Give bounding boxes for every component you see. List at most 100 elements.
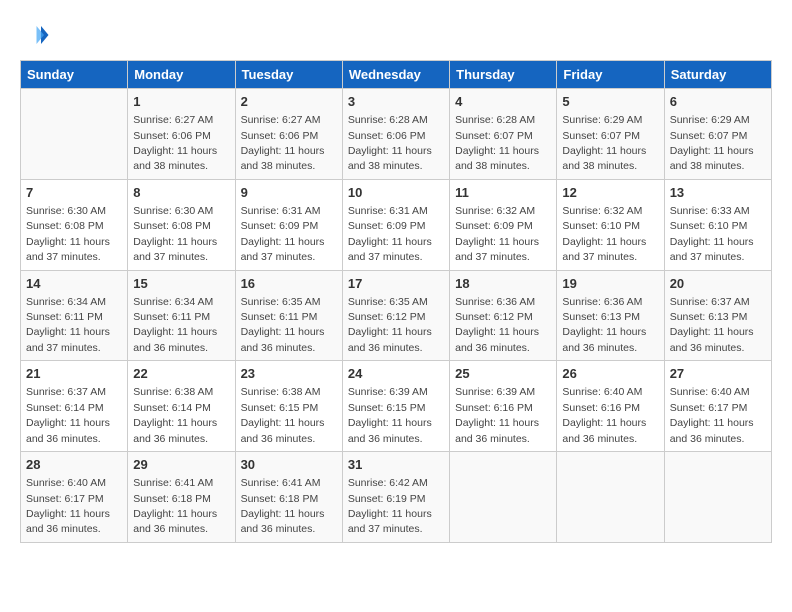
day-info: Sunrise: 6:37 AM Sunset: 6:14 PM Dayligh…: [26, 386, 110, 444]
calendar-cell: 28 Sunrise: 6:40 AM Sunset: 6:17 PM Dayli…: [21, 452, 128, 543]
day-info: Sunrise: 6:35 AM Sunset: 6:11 PM Dayligh…: [241, 296, 325, 354]
day-info: Sunrise: 6:34 AM Sunset: 6:11 PM Dayligh…: [133, 296, 217, 354]
day-info: Sunrise: 6:36 AM Sunset: 6:13 PM Dayligh…: [562, 296, 646, 354]
day-info: Sunrise: 6:29 AM Sunset: 6:07 PM Dayligh…: [670, 114, 754, 172]
calendar-cell: [450, 452, 557, 543]
calendar-header-row: SundayMondayTuesdayWednesdayThursdayFrid…: [21, 61, 772, 89]
calendar-cell: 6Sunrise: 6:29 AM Sunset: 6:07 PM Daylig…: [664, 89, 771, 180]
day-of-week-header: Wednesday: [342, 61, 449, 89]
day-of-week-header: Monday: [128, 61, 235, 89]
calendar-cell: [21, 89, 128, 180]
calendar-cell: 14Sunrise: 6:34 AM Sunset: 6:11 PM Dayli…: [21, 270, 128, 361]
day-info: Sunrise: 6:40 AM Sunset: 6:17 PM Dayligh…: [26, 477, 110, 535]
day-info: Sunrise: 6:41 AM Sunset: 6:18 PM Dayligh…: [133, 477, 217, 535]
calendar-week-row: 14Sunrise: 6:34 AM Sunset: 6:11 PM Dayli…: [21, 270, 772, 361]
day-number: 7: [26, 184, 122, 202]
day-info: Sunrise: 6:41 AM Sunset: 6:18 PM Dayligh…: [241, 477, 325, 535]
day-number: 5: [562, 93, 658, 111]
calendar-cell: 27 Sunrise: 6:40 AM Sunset: 6:17 PM Dayli…: [664, 361, 771, 452]
day-info: Sunrise: 6:30 AM Sunset: 6:08 PM Dayligh…: [26, 205, 110, 263]
calendar-cell: 16 Sunrise: 6:35 AM Sunset: 6:11 PM Dayli…: [235, 270, 342, 361]
calendar-week-row: 28 Sunrise: 6:40 AM Sunset: 6:17 PM Dayli…: [21, 452, 772, 543]
calendar-cell: 3 Sunrise: 6:28 AM Sunset: 6:06 PM Daylig…: [342, 89, 449, 180]
day-number: 28: [26, 456, 122, 474]
day-number: 13: [670, 184, 766, 202]
calendar-cell: 30 Sunrise: 6:41 AM Sunset: 6:18 PM Dayli…: [235, 452, 342, 543]
logo: [20, 20, 54, 50]
day-info: Sunrise: 6:33 AM Sunset: 6:10 PM Dayligh…: [670, 205, 754, 263]
day-number: 15: [133, 275, 229, 293]
day-number: 8: [133, 184, 229, 202]
calendar-cell: 26 Sunrise: 6:40 AM Sunset: 6:16 PM Dayli…: [557, 361, 664, 452]
day-number: 4: [455, 93, 551, 111]
day-info: Sunrise: 6:36 AM Sunset: 6:12 PM Dayligh…: [455, 296, 539, 354]
day-info: Sunrise: 6:29 AM Sunset: 6:07 PM Dayligh…: [562, 114, 646, 172]
day-number: 23: [241, 365, 337, 383]
day-number: 30: [241, 456, 337, 474]
day-number: 24: [348, 365, 444, 383]
calendar-table: SundayMondayTuesdayWednesdayThursdayFrid…: [20, 60, 772, 543]
day-info: Sunrise: 6:31 AM Sunset: 6:09 PM Dayligh…: [241, 205, 325, 263]
day-info: Sunrise: 6:40 AM Sunset: 6:16 PM Dayligh…: [562, 386, 646, 444]
day-info: Sunrise: 6:35 AM Sunset: 6:12 PM Dayligh…: [348, 296, 432, 354]
calendar-cell: 25Sunrise: 6:39 AM Sunset: 6:16 PM Dayli…: [450, 361, 557, 452]
day-number: 29: [133, 456, 229, 474]
day-info: Sunrise: 6:34 AM Sunset: 6:11 PM Dayligh…: [26, 296, 110, 354]
calendar-cell: 7 Sunrise: 6:30 AM Sunset: 6:08 PM Daylig…: [21, 179, 128, 270]
day-of-week-header: Tuesday: [235, 61, 342, 89]
calendar-cell: 31Sunrise: 6:42 AM Sunset: 6:19 PM Dayli…: [342, 452, 449, 543]
calendar-cell: 10 Sunrise: 6:31 AM Sunset: 6:09 PM Dayli…: [342, 179, 449, 270]
day-info: Sunrise: 6:32 AM Sunset: 6:09 PM Dayligh…: [455, 205, 539, 263]
day-info: Sunrise: 6:40 AM Sunset: 6:17 PM Dayligh…: [670, 386, 754, 444]
day-number: 26: [562, 365, 658, 383]
day-of-week-header: Sunday: [21, 61, 128, 89]
day-number: 27: [670, 365, 766, 383]
calendar-cell: 12 Sunrise: 6:32 AM Sunset: 6:10 PM Dayli…: [557, 179, 664, 270]
day-number: 16: [241, 275, 337, 293]
day-number: 11: [455, 184, 551, 202]
day-info: Sunrise: 6:27 AM Sunset: 6:06 PM Dayligh…: [133, 114, 217, 172]
day-info: Sunrise: 6:27 AM Sunset: 6:06 PM Dayligh…: [241, 114, 325, 172]
day-number: 1: [133, 93, 229, 111]
calendar-week-row: 7 Sunrise: 6:30 AM Sunset: 6:08 PM Daylig…: [21, 179, 772, 270]
calendar-cell: 1 Sunrise: 6:27 AM Sunset: 6:06 PM Daylig…: [128, 89, 235, 180]
day-info: Sunrise: 6:31 AM Sunset: 6:09 PM Dayligh…: [348, 205, 432, 263]
calendar-cell: 22Sunrise: 6:38 AM Sunset: 6:14 PM Dayli…: [128, 361, 235, 452]
day-info: Sunrise: 6:39 AM Sunset: 6:15 PM Dayligh…: [348, 386, 432, 444]
day-number: 2: [241, 93, 337, 111]
calendar-cell: 21 Sunrise: 6:37 AM Sunset: 6:14 PM Dayli…: [21, 361, 128, 452]
day-of-week-header: Friday: [557, 61, 664, 89]
day-number: 31: [348, 456, 444, 474]
day-info: Sunrise: 6:32 AM Sunset: 6:10 PM Dayligh…: [562, 205, 646, 263]
calendar-cell: 13 Sunrise: 6:33 AM Sunset: 6:10 PM Dayli…: [664, 179, 771, 270]
calendar-cell: 4 Sunrise: 6:28 AM Sunset: 6:07 PM Daylig…: [450, 89, 557, 180]
day-number: 19: [562, 275, 658, 293]
day-info: Sunrise: 6:28 AM Sunset: 6:06 PM Dayligh…: [348, 114, 432, 172]
calendar-cell: 15 Sunrise: 6:34 AM Sunset: 6:11 PM Dayli…: [128, 270, 235, 361]
day-of-week-header: Thursday: [450, 61, 557, 89]
day-of-week-header: Saturday: [664, 61, 771, 89]
calendar-cell: 9Sunrise: 6:31 AM Sunset: 6:09 PM Daylig…: [235, 179, 342, 270]
calendar-cell: 23Sunrise: 6:38 AM Sunset: 6:15 PM Dayli…: [235, 361, 342, 452]
day-info: Sunrise: 6:28 AM Sunset: 6:07 PM Dayligh…: [455, 114, 539, 172]
day-info: Sunrise: 6:39 AM Sunset: 6:16 PM Dayligh…: [455, 386, 539, 444]
calendar-cell: 18Sunrise: 6:36 AM Sunset: 6:12 PM Dayli…: [450, 270, 557, 361]
calendar-cell: [664, 452, 771, 543]
calendar-cell: 17Sunrise: 6:35 AM Sunset: 6:12 PM Dayli…: [342, 270, 449, 361]
day-number: 3: [348, 93, 444, 111]
day-info: Sunrise: 6:30 AM Sunset: 6:08 PM Dayligh…: [133, 205, 217, 263]
calendar-week-row: 21 Sunrise: 6:37 AM Sunset: 6:14 PM Dayli…: [21, 361, 772, 452]
day-number: 10: [348, 184, 444, 202]
logo-icon: [20, 20, 50, 50]
calendar-week-row: 1 Sunrise: 6:27 AM Sunset: 6:06 PM Daylig…: [21, 89, 772, 180]
page-header: [20, 20, 772, 50]
calendar-cell: 19 Sunrise: 6:36 AM Sunset: 6:13 PM Dayli…: [557, 270, 664, 361]
calendar-cell: [557, 452, 664, 543]
day-number: 20: [670, 275, 766, 293]
day-number: 12: [562, 184, 658, 202]
day-number: 21: [26, 365, 122, 383]
calendar-cell: 5 Sunrise: 6:29 AM Sunset: 6:07 PM Daylig…: [557, 89, 664, 180]
calendar-cell: 8 Sunrise: 6:30 AM Sunset: 6:08 PM Daylig…: [128, 179, 235, 270]
day-info: Sunrise: 6:37 AM Sunset: 6:13 PM Dayligh…: [670, 296, 754, 354]
calendar-cell: 29 Sunrise: 6:41 AM Sunset: 6:18 PM Dayli…: [128, 452, 235, 543]
